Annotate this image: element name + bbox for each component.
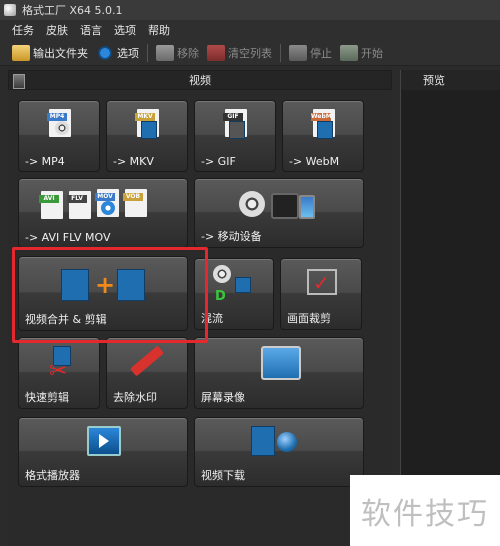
remove-label: 移除 — [177, 46, 199, 60]
webm-label: -> WebM — [289, 155, 340, 168]
mp4-file-icon: MP4 — [47, 109, 71, 137]
play-icon — [99, 434, 109, 448]
convert-mkv-tile[interactable]: MKV -> MKV — [106, 100, 188, 172]
start-label: 开始 — [361, 46, 383, 60]
tablet-icon — [271, 193, 299, 219]
avi-flv-mov-label: -> AVI FLV MOV — [25, 231, 111, 244]
scissors-icon: ✂ — [49, 359, 68, 384]
player-label: 格式播放器 — [25, 469, 80, 482]
clear-list-icon — [207, 44, 225, 61]
vob-file-icon: VOB — [123, 189, 147, 217]
player-tile[interactable]: 格式播放器 — [18, 417, 188, 487]
clear-list-label: 清空列表 — [228, 46, 272, 60]
phone-icon — [13, 74, 25, 89]
window-title: 格式工厂 X64 5.0.1 — [22, 4, 123, 17]
menu-task[interactable]: 任务 — [12, 22, 34, 38]
film-strip-icon — [141, 121, 157, 139]
checkmark-icon: ✓ — [313, 271, 330, 295]
mkv-tag: MKV — [135, 113, 155, 121]
highlight-box — [12, 247, 208, 343]
video-panel-header[interactable]: 视频 — [8, 70, 392, 90]
avi-tag: AVI — [39, 195, 59, 203]
quicktime-icon — [101, 201, 115, 215]
convert-mp4-tile[interactable]: MP4 -> MP4 — [18, 100, 100, 172]
menu-language[interactable]: 语言 — [80, 22, 102, 38]
menu-help[interactable]: 帮助 — [148, 22, 170, 38]
film-reel-icon — [213, 265, 231, 283]
menu-options[interactable]: 选项 — [114, 22, 136, 38]
convert-avi-flv-mov-tile[interactable]: AVI FLV MOV VOB -> AVI FLV MOV — [18, 178, 188, 248]
play-screen-icon — [87, 426, 121, 456]
stop-button[interactable]: 停止 — [289, 44, 332, 61]
webm-file-icon: WebM — [311, 109, 335, 139]
video-download-label: 视频下载 — [201, 469, 245, 482]
output-folder-button[interactable]: 输出文件夹 — [12, 44, 88, 61]
flv-tag: FLV — [67, 195, 87, 203]
webm-tag: WebM — [311, 113, 332, 121]
globe-icon — [277, 432, 297, 452]
clear-list-button[interactable]: 清空列表 — [207, 44, 272, 61]
monitor-icon — [261, 346, 301, 380]
gif-label: -> GIF — [201, 155, 236, 168]
stop-icon — [289, 44, 307, 61]
app-logo-icon — [4, 4, 16, 16]
mkv-label: -> MKV — [113, 155, 154, 168]
remove-watermark-label: 去除水印 — [113, 391, 157, 404]
start-button[interactable]: 开始 — [340, 44, 383, 61]
film-reel-icon — [239, 191, 265, 217]
title-bar: 格式工厂 X64 5.0.1 — [0, 0, 500, 20]
audio-icon: D — [215, 289, 226, 304]
menu-skin[interactable]: 皮肤 — [46, 22, 68, 38]
remove-icon — [156, 44, 174, 61]
preview-title: 预览 — [423, 74, 445, 87]
quick-cut-tile[interactable]: ✂ 快速剪辑 — [18, 337, 100, 409]
film-reel-icon — [55, 121, 69, 135]
remove-watermark-tile[interactable]: 去除水印 — [106, 337, 188, 409]
film-strip-icon — [251, 426, 275, 456]
toolbar: 输出文件夹 选项 移除 清空列表 停止 开始 — [0, 40, 500, 66]
gif-file-icon: GIF — [223, 109, 247, 139]
output-folder-label: 输出文件夹 — [33, 46, 88, 60]
options-button[interactable]: 选项 — [96, 44, 139, 61]
remove-button[interactable]: 移除 — [156, 44, 199, 61]
preview-header: 预览 — [400, 70, 500, 90]
options-label: 选项 — [117, 46, 139, 60]
menu-bar: 任务 皮肤 语言 选项 帮助 — [0, 20, 500, 40]
convert-mobile-tile[interactable]: -> 移动设备 — [194, 178, 364, 248]
crop-label: 画面裁剪 — [287, 312, 331, 325]
gif-tag: GIF — [223, 113, 243, 121]
toolbar-divider — [280, 43, 281, 62]
eraser-icon — [129, 345, 165, 377]
mov-tag: MOV — [95, 193, 115, 201]
crop-tile[interactable]: ✓ 画面裁剪 — [280, 258, 362, 330]
quick-cut-label: 快速剪辑 — [25, 391, 69, 404]
flv-file-icon: FLV — [67, 191, 91, 219]
avi-file-icon: AVI — [39, 191, 63, 219]
video-panel-title: 视频 — [189, 74, 211, 87]
mp4-tag: MP4 — [47, 113, 67, 121]
phone-icon — [299, 195, 315, 219]
toolbar-divider — [147, 43, 148, 62]
mov-file-icon: MOV — [95, 189, 119, 217]
folder-icon — [12, 44, 30, 61]
gear-icon — [96, 44, 114, 61]
watermark: 软件技巧 — [350, 475, 500, 546]
mp4-label: -> MP4 — [25, 155, 65, 168]
mobile-label: -> 移动设备 — [201, 230, 262, 243]
mkv-file-icon: MKV — [135, 109, 159, 139]
screen-record-label: 屏幕录像 — [201, 391, 245, 404]
screen-record-tile[interactable]: 屏幕录像 — [194, 337, 364, 409]
vob-tag: VOB — [123, 193, 143, 201]
image-frame-icon — [229, 121, 245, 139]
video-download-tile[interactable]: 视频下载 — [194, 417, 364, 487]
convert-gif-tile[interactable]: GIF -> GIF — [194, 100, 276, 172]
stop-label: 停止 — [310, 46, 332, 60]
convert-webm-tile[interactable]: WebM -> WebM — [282, 100, 364, 172]
start-icon — [340, 44, 358, 61]
film-strip-icon — [317, 121, 333, 139]
film-strip-icon — [235, 277, 251, 293]
